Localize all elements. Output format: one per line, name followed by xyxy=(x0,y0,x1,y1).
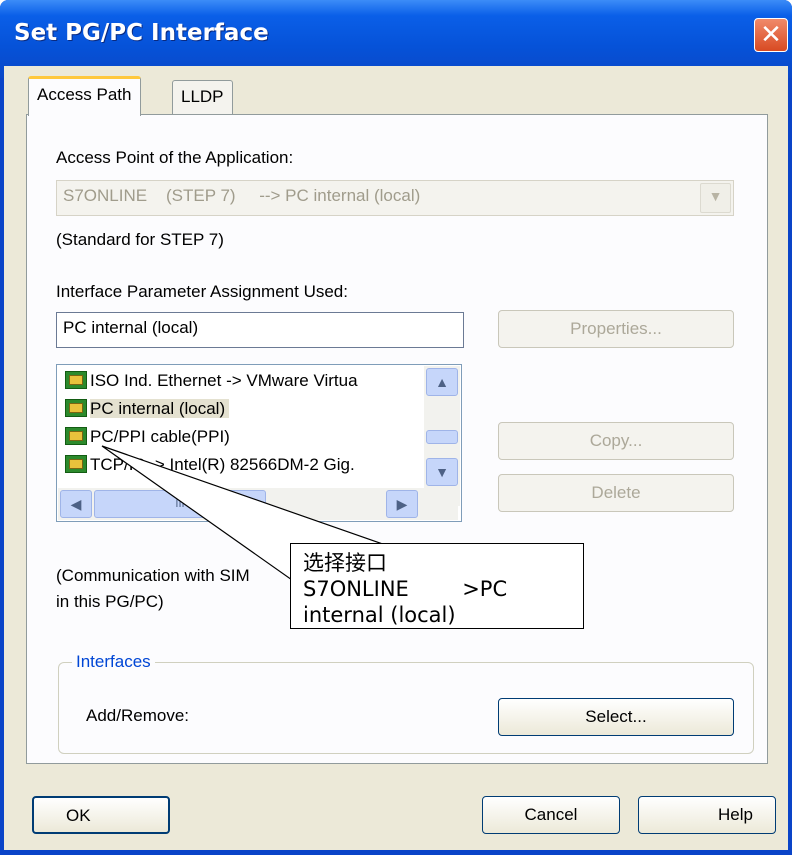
select-button[interactable]: Select... xyxy=(498,698,734,736)
help-button[interactable]: Help xyxy=(638,796,776,834)
cancel-button[interactable]: Cancel xyxy=(482,796,620,834)
annotation-callout: 选择接口 S7ONLINE >PC internal (local) xyxy=(290,543,584,629)
callout-line-2: S7ONLINE >PC xyxy=(303,577,508,601)
add-remove-label: Add/Remove: xyxy=(86,706,189,725)
interfaces-group-legend: Interfaces xyxy=(72,652,155,672)
callout-line-3: internal (local) xyxy=(303,603,456,627)
tab-access-path[interactable]: Access Path xyxy=(28,76,141,116)
callout-line-1: 选择接口 xyxy=(303,551,387,575)
ok-button[interactable]: OK xyxy=(32,796,170,834)
